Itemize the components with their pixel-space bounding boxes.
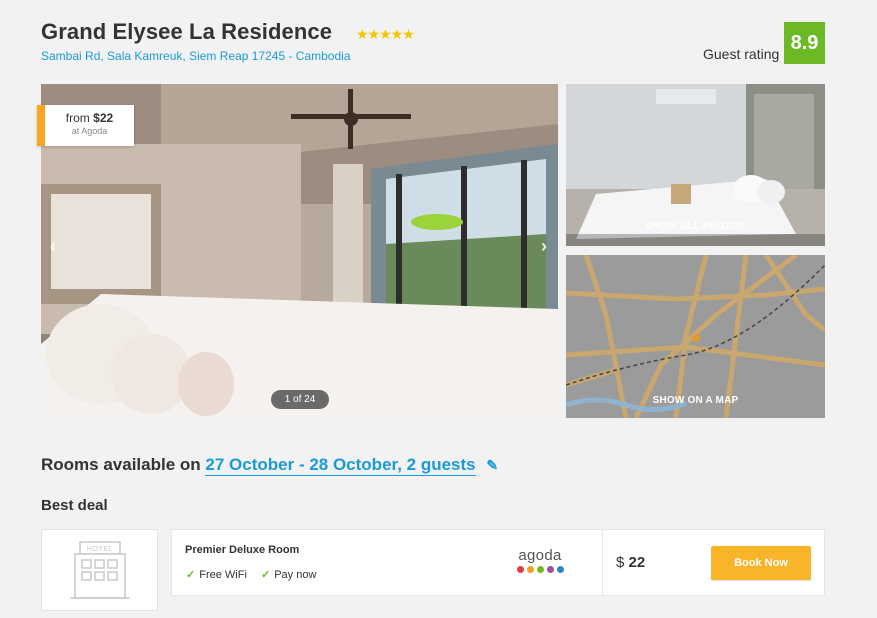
map-preview bbox=[566, 255, 825, 418]
deal-price: $ 22 bbox=[616, 554, 645, 571]
price-amount: 22 bbox=[99, 111, 114, 125]
rooms-dates-link[interactable]: 27 October - 28 October, 2 guests bbox=[205, 455, 476, 476]
card-divider bbox=[602, 530, 603, 595]
price-source: at Agoda bbox=[71, 126, 108, 136]
amenity-pay-now: ✓ Pay now bbox=[261, 569, 317, 581]
chevron-left-icon[interactable]: ‹ bbox=[50, 236, 56, 257]
check-icon: ✓ bbox=[186, 569, 196, 581]
price-from-badge[interactable]: from $22 at Agoda bbox=[37, 105, 134, 146]
guest-rating-score: 8.9 bbox=[784, 22, 825, 64]
guest-rating-label: Guest rating bbox=[703, 46, 780, 62]
hotel-name: Grand Elysee La Residence bbox=[41, 19, 333, 44]
agoda-logo: agoda bbox=[514, 548, 566, 573]
show-all-photos-tile[interactable]: SHOW ALL PHOTOS bbox=[566, 84, 825, 246]
agoda-dot-1 bbox=[526, 566, 534, 573]
svg-text:HOTEL: HOTEL bbox=[87, 546, 113, 553]
agoda-dot-3 bbox=[546, 566, 554, 573]
hotel-building-icon: HOTEL bbox=[70, 541, 130, 599]
book-now-button[interactable]: Book Now bbox=[711, 546, 811, 580]
hotel-placeholder-image: HOTEL bbox=[41, 529, 158, 611]
star-rating: ★★★★★ bbox=[356, 26, 415, 42]
agoda-dot-4 bbox=[556, 566, 564, 573]
rooms-available-label: Rooms available on bbox=[41, 455, 201, 474]
show-all-photos-label: SHOW ALL PHOTOS bbox=[645, 221, 746, 232]
amenity-free-wifi: ✓ Free WiFi bbox=[186, 569, 247, 581]
room-name: Premier Deluxe Room bbox=[185, 544, 300, 556]
rooms-available-heading: Rooms available on 27 October - 28 Octob… bbox=[41, 455, 498, 476]
pencil-icon[interactable]: ✎ bbox=[486, 457, 498, 474]
agoda-dot-0 bbox=[516, 566, 524, 573]
show-on-map-label: SHOW ON A MAP bbox=[652, 395, 739, 406]
agoda-dot-2 bbox=[536, 566, 544, 573]
chevron-right-icon[interactable]: › bbox=[541, 236, 547, 257]
price-from-label: from bbox=[65, 111, 90, 125]
show-on-map-tile[interactable]: SHOW ON A MAP bbox=[566, 255, 825, 418]
best-deal-heading: Best deal bbox=[41, 497, 108, 514]
best-deal-card: Premier Deluxe Room ✓ Free WiFi ✓ Pay now … bbox=[171, 529, 825, 596]
price-currency: $ bbox=[93, 111, 100, 125]
check-icon: ✓ bbox=[261, 569, 271, 581]
deal-currency: $ bbox=[616, 554, 625, 571]
photo-counter: 1 of 24 bbox=[271, 390, 329, 409]
deal-amount: 22 bbox=[628, 554, 646, 571]
hotel-address-link[interactable]: Sambai Rd, Sala Kamreuk, Siem Reap 17245… bbox=[41, 49, 351, 63]
